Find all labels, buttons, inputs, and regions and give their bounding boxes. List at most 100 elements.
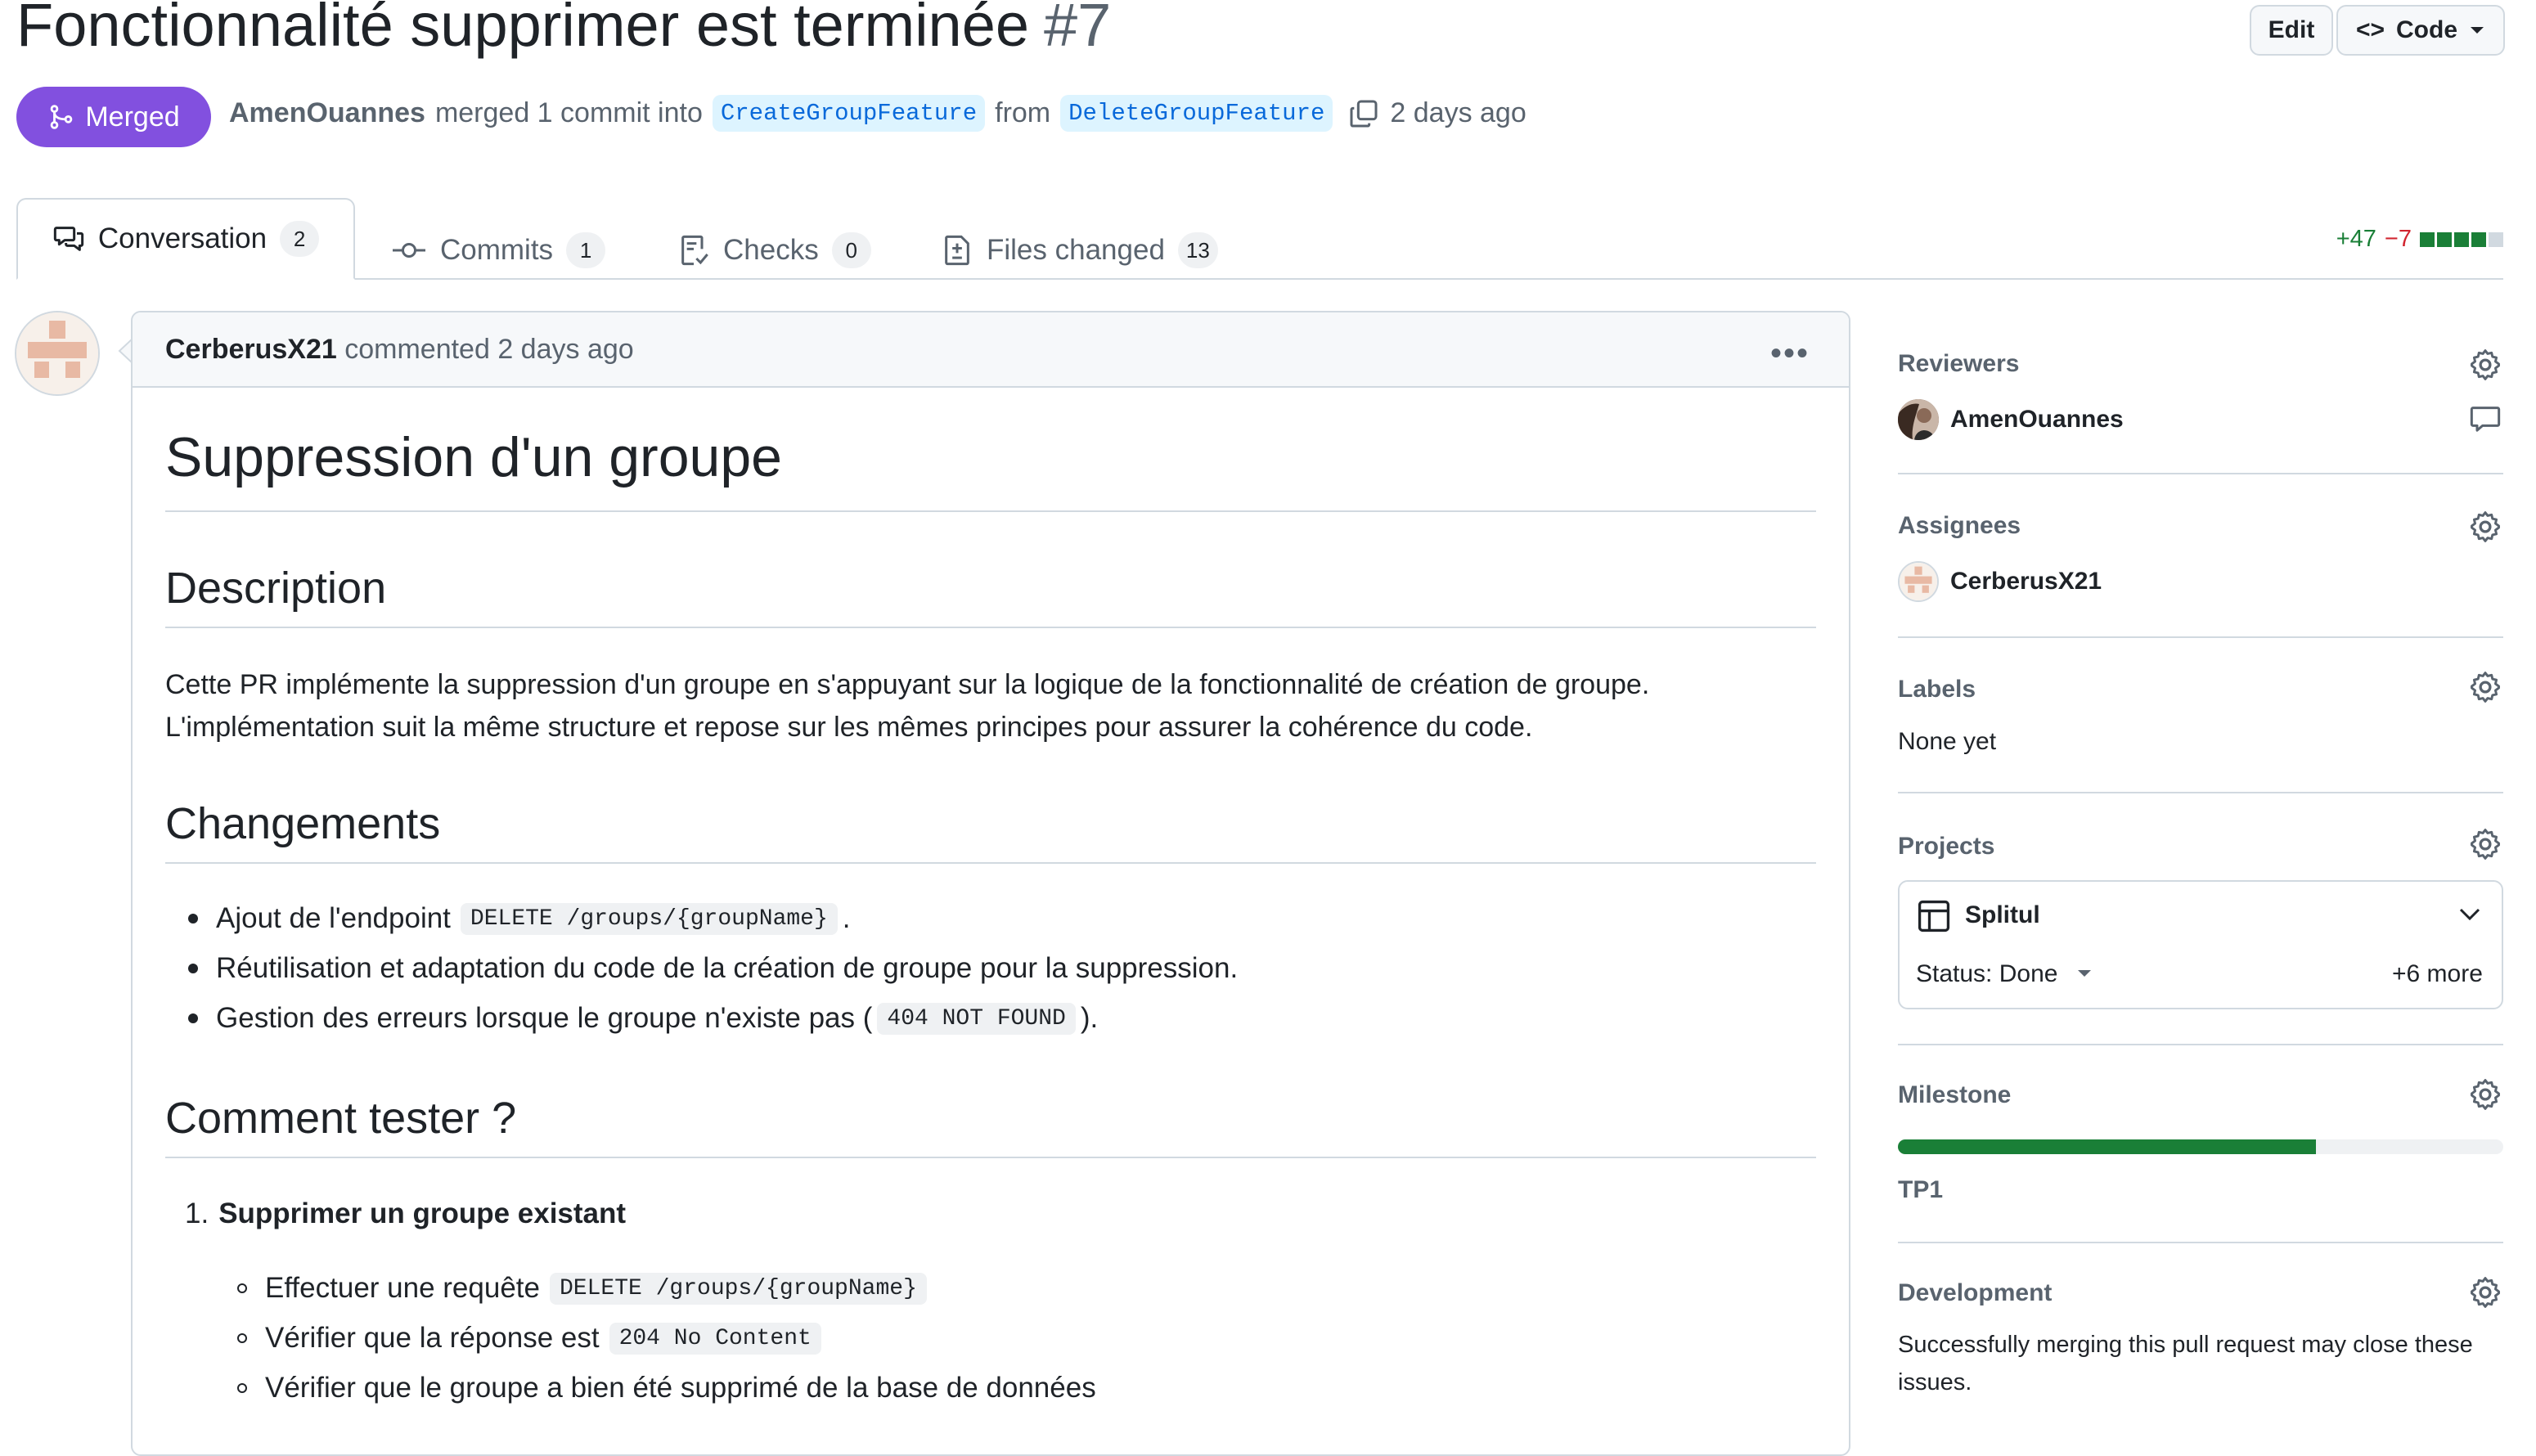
identicon xyxy=(16,312,98,394)
description-line-2: L'implémentation suit la même structure … xyxy=(165,712,1533,743)
project-card[interactable] xyxy=(1898,880,2503,1009)
project-more[interactable]: +6 more xyxy=(2392,960,2483,988)
base-branch-label[interactable]: CreateGroupFeature xyxy=(712,95,986,132)
chevron-down-icon[interactable] xyxy=(2457,906,2482,923)
merge-author-link[interactable]: AmenOuannes xyxy=(229,97,425,129)
diffstat-box xyxy=(2420,231,2435,247)
comment-author-link[interactable]: CerberusX21 xyxy=(165,334,337,365)
gear-icon[interactable] xyxy=(2467,347,2503,383)
merge-time: 2 days ago xyxy=(1390,97,1527,128)
milestone-progress-bar xyxy=(1898,1139,2503,1154)
code-icon: <> xyxy=(2355,16,2385,43)
comment-heading: Suppression d'un groupe xyxy=(165,426,782,488)
list-item-text: Vérifier que la réponse est xyxy=(265,1322,600,1354)
code-button-label: Code xyxy=(2396,16,2458,43)
pr-title: Fonctionnalité supprimer est terminée #7 xyxy=(16,0,1111,62)
list-item-text: Effectuer une requête xyxy=(265,1272,540,1304)
heading-rule xyxy=(165,510,1816,512)
inline-code: 404 NOT FOUND xyxy=(877,1002,1076,1035)
assignee-name: CerberusX21 xyxy=(1950,568,2102,595)
tab-commits[interactable]: Commits 1 xyxy=(391,221,606,280)
inline-code: DELETE /groups/{groupName} xyxy=(460,902,838,935)
gear-icon[interactable] xyxy=(2467,1274,2503,1310)
table-icon xyxy=(1918,900,1950,932)
list-item-text: Réutilisation et adaptation du code de l… xyxy=(216,952,1239,984)
diffstat-box xyxy=(2437,231,2452,247)
bullet xyxy=(237,1333,247,1343)
list-item-text: Gestion des erreurs lorsque le groupe n'… xyxy=(216,1002,873,1034)
list-item-text: Supprimer un groupe existant xyxy=(218,1198,627,1229)
description-line-1: Cette PR implémente la suppression d'un … xyxy=(165,669,1650,700)
tab-conversation-label: Conversation xyxy=(97,222,268,254)
list-item: Vérifier que le groupe a bien été suppri… xyxy=(237,1372,1096,1404)
description-heading: Description xyxy=(165,564,387,613)
pr-number: #7 xyxy=(1044,0,1112,59)
tab-conversation[interactable]: Conversation 2 xyxy=(16,198,355,280)
list-item: Gestion des erreurs lorsque le groupe n'… xyxy=(188,1002,1098,1035)
list-item-text: Vérifier que le groupe a bien été suppri… xyxy=(265,1372,1096,1404)
kebab-horizontal-icon[interactable]: ••• xyxy=(1770,335,1810,372)
merge-summary: AmenOuannes merged 1 commit into CreateG… xyxy=(229,95,1527,132)
tab-commits-label: Commits xyxy=(440,234,554,266)
gear-icon[interactable] xyxy=(2467,1076,2503,1112)
tab-checks[interactable]: Checks 0 xyxy=(677,221,871,280)
diffstat: +47 −7 xyxy=(2336,226,2503,253)
project-name[interactable]: Splitul xyxy=(1965,901,2040,929)
bullet xyxy=(188,914,198,923)
list-item-text: . xyxy=(842,902,851,934)
sidebar-divider xyxy=(1898,473,2503,474)
list-item: Réutilisation et adaptation du code de l… xyxy=(188,952,1238,985)
development-text-line-1: Successfully merging this pull request m… xyxy=(1898,1332,2473,1358)
list-item-text: Ajout de l'endpoint xyxy=(216,902,451,934)
tabs-divider xyxy=(16,278,2503,280)
checklist-icon xyxy=(681,235,708,266)
milestone-progress-fill xyxy=(1898,1139,2316,1154)
sidebar-divider xyxy=(1898,792,2503,793)
bullet xyxy=(237,1283,247,1293)
diffstat-additions: +47 xyxy=(2336,226,2376,252)
comment-icon[interactable] xyxy=(2469,402,2502,435)
from-text: from xyxy=(995,97,1051,128)
comment-meta: commented 2 days ago xyxy=(344,334,634,365)
sidebar-divider xyxy=(1898,1044,2503,1045)
assignee-avatar xyxy=(1898,561,1939,602)
comment-discussion-icon xyxy=(53,227,84,251)
diffstat-bar xyxy=(2420,231,2503,247)
merged-badge-label: Merged xyxy=(85,101,180,133)
milestone-label: Milestone xyxy=(1898,1081,2012,1108)
tab-files-changed-count: 13 xyxy=(1177,232,1218,268)
bullet xyxy=(188,964,198,973)
copy-icon[interactable] xyxy=(1347,97,1380,130)
projects-label: Projects xyxy=(1898,833,1995,860)
gear-icon[interactable] xyxy=(2467,826,2503,862)
list-item: Vérifier que la réponse est 204 No Conte… xyxy=(237,1322,826,1355)
tab-files-changed[interactable]: Files changed 13 xyxy=(941,221,1218,280)
edit-button-label: Edit xyxy=(2268,16,2315,43)
inline-code: 204 No Content xyxy=(609,1322,821,1355)
inline-code: DELETE /groups/{groupName} xyxy=(550,1272,927,1305)
merge-action-text: merged 1 commit into xyxy=(434,97,703,128)
gear-icon[interactable] xyxy=(2467,509,2503,545)
sidebar-divider xyxy=(1898,1242,2503,1243)
code-button[interactable]: <> Code xyxy=(2336,5,2505,56)
assignee-item[interactable]: CerberusX21 xyxy=(1898,561,2102,602)
labels-label: Labels xyxy=(1898,676,1976,703)
gear-icon[interactable] xyxy=(2467,669,2503,705)
assignees-label: Assignees xyxy=(1898,512,2021,539)
reviewers-label: Reviewers xyxy=(1898,350,2020,377)
diffstat-box xyxy=(2489,231,2503,247)
list-item: Effectuer une requête DELETE /groups/{gr… xyxy=(237,1272,932,1305)
reviewer-avatar xyxy=(1898,399,1939,440)
head-branch-label[interactable]: DeleteGroupFeature xyxy=(1060,95,1333,132)
list-number: 1. xyxy=(185,1198,209,1229)
reviewer-item[interactable]: AmenOuannes xyxy=(1898,399,2124,440)
heading-rule xyxy=(165,862,1816,864)
bullet xyxy=(237,1383,247,1393)
triangle-down-icon[interactable] xyxy=(2076,968,2093,978)
milestone-name[interactable]: TP1 xyxy=(1898,1176,1943,1204)
project-status[interactable]: Status: Done xyxy=(1916,960,2057,988)
comment-author-avatar[interactable] xyxy=(15,311,100,396)
development-text-line-2: issues. xyxy=(1898,1369,1972,1395)
triangle-down-icon xyxy=(2471,27,2484,34)
edit-button[interactable]: Edit xyxy=(2250,5,2333,56)
